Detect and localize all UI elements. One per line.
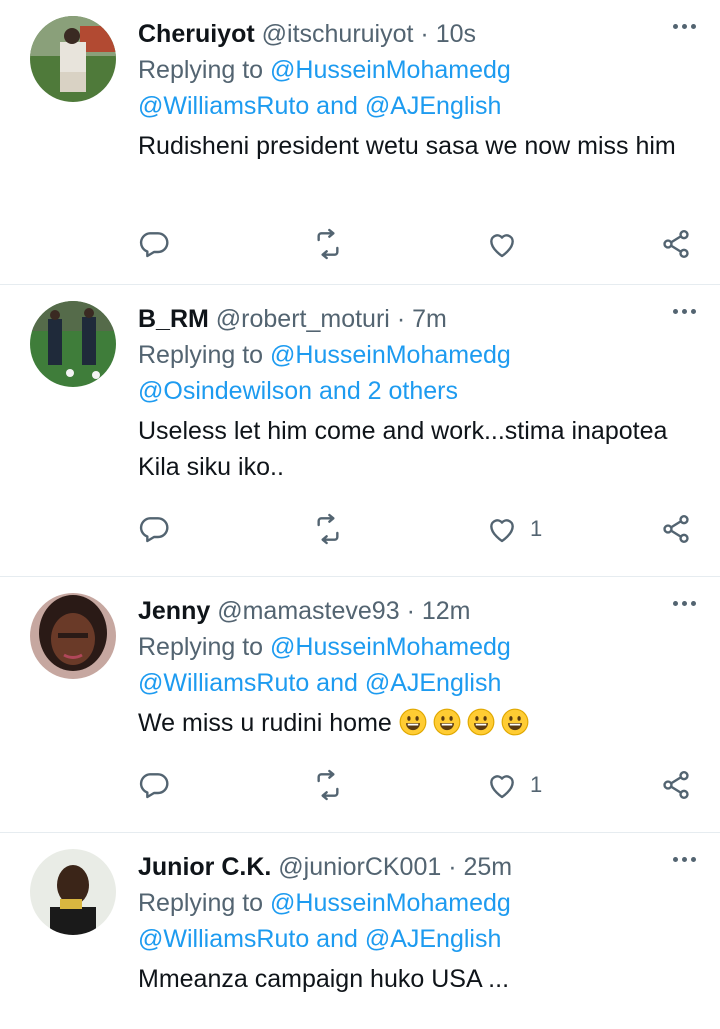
separator-dot: · xyxy=(406,597,415,625)
display-name[interactable]: B_RM xyxy=(138,305,209,333)
more-icon[interactable] xyxy=(673,24,696,29)
separator-dot: · xyxy=(448,853,457,881)
replying-to-label: Replying to xyxy=(138,633,264,661)
retweet-button[interactable] xyxy=(312,769,372,801)
replying-to: Replying to @HusseinMohamedg xyxy=(138,629,696,665)
grinning-face-emoji xyxy=(501,708,529,736)
tweet-text: Useless let him come and work...stima in… xyxy=(138,417,668,481)
share-icon xyxy=(663,771,689,799)
tweet-actions: 1 xyxy=(138,511,692,547)
avatar[interactable] xyxy=(30,849,116,935)
mention-link[interactable]: @WilliamsRuto and @AJEnglish xyxy=(138,925,501,953)
replying-to: Replying to @HusseinMohamedg xyxy=(138,885,696,921)
reply-icon xyxy=(139,517,169,543)
retweet-icon xyxy=(317,513,339,545)
reply-button[interactable] xyxy=(138,228,198,260)
mention-link[interactable]: @Osindewilson and 2 others xyxy=(138,377,458,405)
timestamp[interactable]: 25m xyxy=(464,853,513,881)
heart-icon xyxy=(490,775,514,799)
grinning-face-emoji xyxy=(433,708,461,736)
display-name[interactable]: Jenny xyxy=(138,597,210,625)
mention-link[interactable]: @HusseinMohamedg xyxy=(270,633,511,661)
like-button[interactable]: 1 xyxy=(486,513,546,545)
tweet-text-container: We miss u rudini home xyxy=(138,705,696,741)
display-name[interactable]: Cheruiyot xyxy=(138,20,255,48)
tweet-text: Rudisheni president wetu sasa we now mis… xyxy=(138,132,676,160)
grinning-face-emoji xyxy=(467,708,495,736)
more-icon[interactable] xyxy=(673,857,696,862)
tweet-actions: 1 xyxy=(138,767,692,803)
replying-to-label: Replying to xyxy=(138,56,264,84)
timestamp[interactable]: 7m xyxy=(412,305,447,333)
separator-dot: · xyxy=(420,20,429,48)
tweet-text: Mmeanza campaign huko USA ... xyxy=(138,965,510,993)
more-icon[interactable] xyxy=(673,601,696,606)
reply-button[interactable] xyxy=(138,769,198,801)
share-button[interactable] xyxy=(660,513,692,545)
grinning-face-emoji xyxy=(399,708,427,736)
replying-to: Replying to @HusseinMohamedg xyxy=(138,337,696,373)
reply-feed: Cheruiyot @itschuruiyot · 10s Replying t… xyxy=(0,0,720,1029)
user-handle[interactable]: @itschuruiyot xyxy=(262,20,414,48)
share-icon xyxy=(663,515,689,543)
tweet[interactable]: Cheruiyot @itschuruiyot · 10s Replying t… xyxy=(0,0,720,285)
heart-icon xyxy=(490,519,514,543)
user-handle[interactable]: @juniorCK001 xyxy=(278,853,441,881)
retweet-icon xyxy=(317,769,339,801)
replying-to: Replying to @HusseinMohamedg xyxy=(138,52,696,88)
like-button[interactable] xyxy=(486,228,546,260)
timestamp[interactable]: 10s xyxy=(436,20,476,48)
heart-icon xyxy=(490,234,514,258)
mention-link[interactable]: @WilliamsRuto and @AJEnglish xyxy=(138,92,501,120)
share-button[interactable] xyxy=(660,228,692,260)
like-count: 1 xyxy=(530,772,543,797)
mention-link[interactable]: @HusseinMohamedg xyxy=(270,56,511,84)
reply-button[interactable] xyxy=(138,513,198,545)
display-name[interactable]: Junior C.K. xyxy=(138,853,271,881)
mention-link[interactable]: @HusseinMohamedg xyxy=(270,341,511,369)
avatar[interactable] xyxy=(30,16,116,102)
reply-icon xyxy=(139,232,169,258)
like-count: 1 xyxy=(530,516,543,541)
retweet-icon xyxy=(317,228,339,260)
replying-to-label: Replying to xyxy=(138,341,264,369)
tweet[interactable]: Jenny @mamasteve93 · 12m Replying to @Hu… xyxy=(0,577,720,833)
avatar[interactable] xyxy=(30,301,116,387)
avatar[interactable] xyxy=(30,593,116,679)
replying-to-label: Replying to xyxy=(138,889,264,917)
like-button[interactable]: 1 xyxy=(486,769,546,801)
share-button[interactable] xyxy=(660,769,692,801)
share-icon xyxy=(663,230,689,258)
reply-icon xyxy=(139,773,169,799)
mention-link[interactable]: @HusseinMohamedg xyxy=(270,889,511,917)
more-icon[interactable] xyxy=(673,309,696,314)
tweet[interactable]: B_RM @robert_moturi · 7m Replying to @Hu… xyxy=(0,285,720,577)
tweet-text: We miss u rudini home xyxy=(138,709,392,737)
tweet-actions xyxy=(138,226,692,262)
retweet-button[interactable] xyxy=(312,513,372,545)
timestamp[interactable]: 12m xyxy=(422,597,471,625)
user-handle[interactable]: @robert_moturi xyxy=(216,305,390,333)
user-handle[interactable]: @mamasteve93 xyxy=(217,597,399,625)
mention-link[interactable]: @WilliamsRuto and @AJEnglish xyxy=(138,669,501,697)
separator-dot: · xyxy=(396,305,406,333)
retweet-button[interactable] xyxy=(312,228,372,260)
tweet[interactable]: Junior C.K. @juniorCK001 · 25m Replying … xyxy=(0,833,720,1029)
